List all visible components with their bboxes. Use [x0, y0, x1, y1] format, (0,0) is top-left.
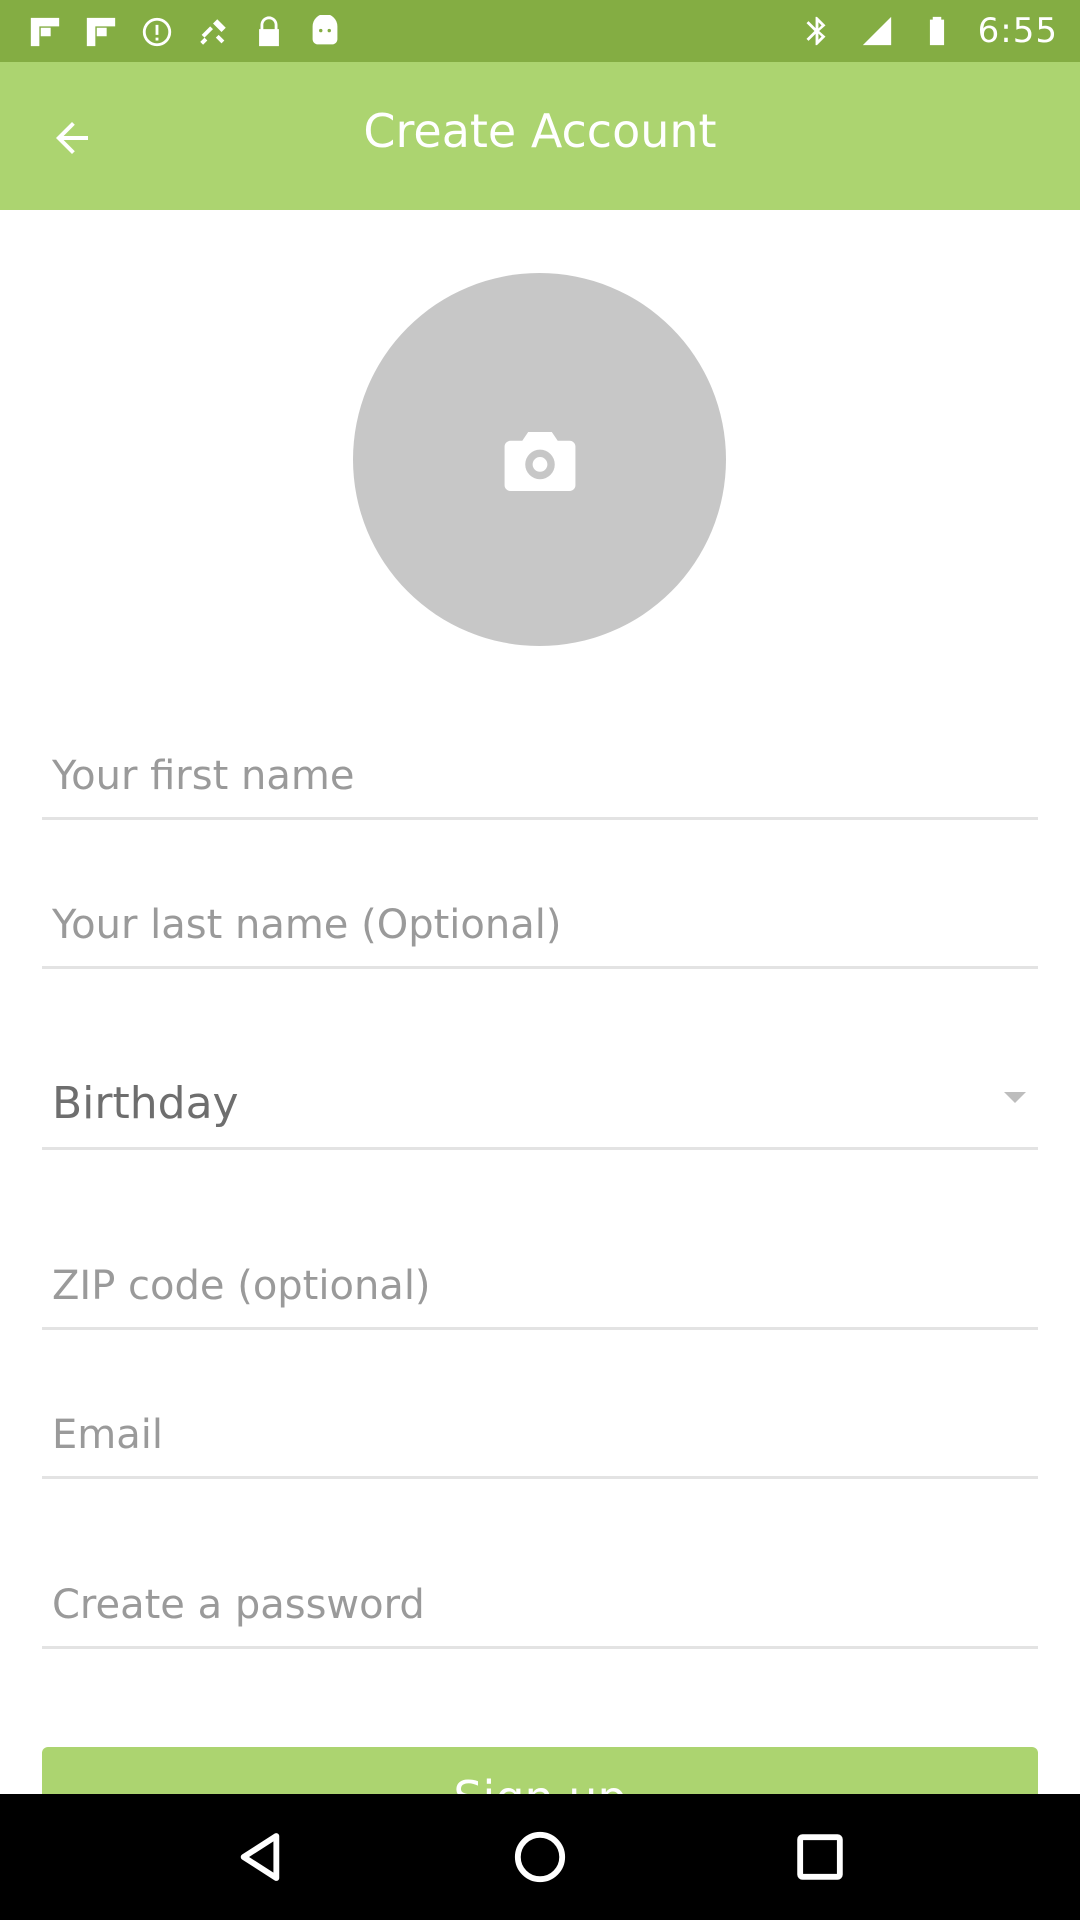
nav-back-button[interactable]: [220, 1817, 300, 1897]
fake-gps-icon: [194, 13, 232, 51]
status-bar: 6:55: [0, 0, 1080, 62]
birthday-dropdown[interactable]: Birthday: [42, 1070, 1038, 1150]
password-field: [42, 1569, 1038, 1649]
email-field: [42, 1399, 1038, 1479]
signal-icon: [858, 12, 896, 50]
zip-code-input[interactable]: [52, 1263, 952, 1309]
nav-back-icon: [240, 1833, 280, 1881]
nav-recents-icon: [797, 1834, 843, 1880]
nav-home-button[interactable]: [500, 1817, 580, 1897]
first-name-input[interactable]: [52, 753, 952, 799]
first-name-field: [42, 740, 1038, 820]
chevron-down-icon: [1004, 1092, 1026, 1103]
camera-icon: [504, 431, 575, 491]
zip-code-field: [42, 1250, 1038, 1330]
flipboard-icon: [82, 13, 120, 51]
alert-icon: [138, 13, 176, 51]
nav-recents-button[interactable]: [780, 1817, 860, 1897]
system-icons: 6:55: [798, 10, 1058, 52]
navigation-bar: [0, 1794, 1080, 1920]
email-input[interactable]: [52, 1412, 952, 1458]
bluetooth-icon: [798, 12, 836, 50]
app-bar: Create Account: [0, 62, 1080, 210]
battery-icon: [918, 12, 956, 50]
lock-icon: [250, 13, 288, 51]
password-input[interactable]: [52, 1582, 952, 1628]
flipboard-icon: [26, 13, 64, 51]
birthday-label: Birthday: [52, 1078, 239, 1129]
page-title: Create Account: [363, 104, 717, 158]
last-name-input[interactable]: [52, 902, 952, 948]
status-time: 6:55: [977, 11, 1058, 51]
profile-photo-button[interactable]: [353, 273, 726, 646]
notification-icons: [26, 12, 344, 52]
last-name-field: [42, 889, 1038, 969]
android-icon: [306, 13, 344, 51]
nav-home-icon: [514, 1831, 566, 1883]
